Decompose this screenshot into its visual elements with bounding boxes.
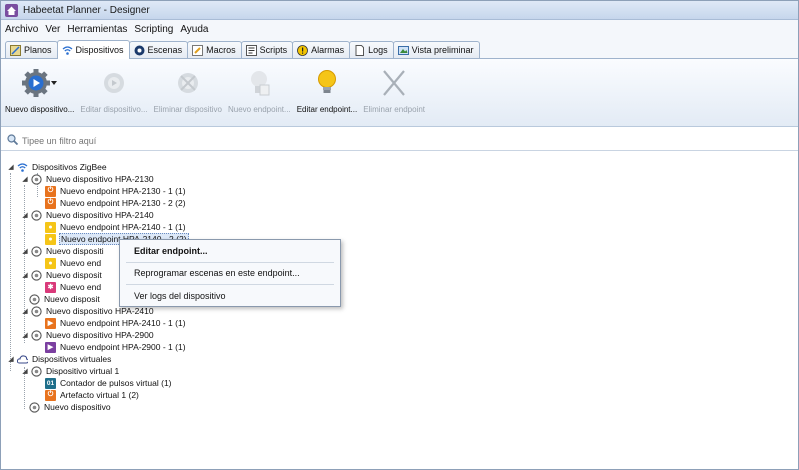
tab-escenas[interactable]: Escenas [128, 41, 189, 58]
tree-node-endpoint-2410-1[interactable]: ▶ Nuevo endpoint HPA-2410 - 1 (1) [45, 317, 187, 329]
power-icon: ⏻ [45, 197, 56, 209]
power-icon: ⏻ [45, 185, 56, 197]
context-menu: Editar endpoint... Reprogramar escenas e… [119, 239, 341, 307]
bulb-icon: ● [45, 221, 56, 233]
tree-node-device-2900[interactable]: ◢ Nuevo dispositivo HPA-2900 [21, 329, 155, 341]
delete-endpoint-button[interactable]: Eliminar endpoint [363, 67, 425, 114]
collapse-arrow-icon[interactable]: ◢ [21, 307, 29, 315]
wifi-icon [62, 45, 73, 56]
bulb-icon: ● [45, 233, 56, 245]
log-icon [354, 44, 365, 56]
tree-node-endpoint-2130-1[interactable]: ⏻ Nuevo endpoint HPA-2130 - 1 (1) [45, 185, 187, 197]
tree-node-pulse-counter[interactable]: 01 Contador de pulsos virtual (1) [45, 377, 173, 389]
tree-node-virtual-device-1[interactable]: ◢ Dispositivo virtual 1 [21, 365, 120, 377]
gear-delete-icon [168, 67, 208, 99]
tree-node-device-2140[interactable]: ◢ Nuevo dispositivo HPA-2140 [21, 209, 155, 221]
new-device-button[interactable]: Nuevo dispositivo... [5, 67, 74, 114]
ctx-edit-endpoint[interactable]: Editar endpoint... [120, 242, 340, 260]
gear-edit-icon [94, 67, 134, 99]
collapse-arrow-icon[interactable]: ◢ [21, 331, 29, 339]
cloud-icon [17, 354, 28, 365]
tree-node-device-b[interactable]: ◢ Nuevo disposit [21, 269, 103, 281]
wifi-icon [17, 162, 28, 173]
tab-logs[interactable]: Logs [349, 41, 394, 58]
tree-node-device-2130[interactable]: ◢ Nuevo dispositivo HPA-2130 [21, 173, 155, 185]
collapse-arrow-icon[interactable]: ◢ [21, 211, 29, 219]
tab-dispositivos[interactable]: Dispositivos [56, 40, 130, 59]
alarm-siren-icon: ✱ [45, 281, 56, 293]
device-gear-icon [31, 329, 42, 341]
tab-scripts[interactable]: Scripts [240, 41, 294, 58]
tree-node-endpoint-b[interactable]: ✱ Nuevo end [45, 281, 102, 293]
preview-icon [397, 45, 409, 56]
tree-node-virtual-new-device[interactable]: Nuevo dispositivo [29, 401, 112, 413]
ctx-separator [126, 284, 334, 285]
tab-macros[interactable]: Macros [187, 41, 242, 58]
device-gear-icon [29, 401, 40, 413]
device-gear-icon [31, 209, 42, 221]
tree-node-virtual-artifact[interactable]: ⏻ Artefacto virtual 1 (2) [45, 389, 140, 401]
filter-input[interactable] [22, 135, 422, 146]
ctx-separator [126, 262, 334, 263]
camera-icon: ▶ [45, 317, 56, 329]
delete-device-button[interactable]: Eliminar dispositivo [154, 67, 222, 114]
menu-ver[interactable]: Ver [45, 24, 60, 35]
ctx-view-logs[interactable]: Ver logs del dispositivo [120, 287, 340, 305]
bulb-add-icon [239, 67, 279, 99]
tab-alarmas[interactable]: Alarmas [292, 41, 351, 58]
tab-strip: Planos Dispositivos Escenas Macros Scrip… [1, 39, 798, 59]
power-icon: ⏻ [45, 389, 56, 401]
tab-vista-preliminar[interactable]: Vista preliminar [392, 41, 480, 58]
collapse-arrow-icon[interactable]: ◢ [21, 367, 29, 375]
menu-herramientas[interactable]: Herramientas [67, 24, 127, 35]
device-gear-icon [31, 173, 42, 185]
alarm-icon [297, 44, 309, 56]
device-gear-icon [31, 305, 42, 317]
tree-node-endpoint-2140-1[interactable]: ● Nuevo endpoint HPA-2140 - 1 (1) [45, 221, 187, 233]
device-gear-icon [31, 269, 42, 281]
tab-planos[interactable]: Planos [5, 41, 58, 58]
search-icon [7, 134, 19, 147]
collapse-arrow-icon[interactable]: ◢ [7, 355, 15, 363]
filter-bar [1, 131, 798, 151]
bulb-icon [307, 67, 347, 99]
gear-add-icon [20, 67, 60, 99]
counter-icon: 01 [45, 377, 56, 389]
window-title: Habeetat Planner - Designer [23, 4, 150, 16]
bulb-icon: ● [45, 257, 56, 269]
edit-device-button[interactable]: Editar dispositivo... [80, 67, 148, 114]
title-bar: Habeetat Planner - Designer [1, 1, 798, 20]
tree-node-endpoint-2130-2[interactable]: ⏻ Nuevo endpoint HPA-2130 - 2 (2) [45, 197, 187, 209]
ribbon-toolbar: Nuevo dispositivo... Editar dispositivo.… [1, 59, 798, 127]
new-endpoint-button[interactable]: Nuevo endpoint... [228, 67, 291, 114]
collapse-arrow-icon[interactable]: ◢ [21, 175, 29, 183]
menu-ayuda[interactable]: Ayuda [180, 24, 208, 35]
blueprint-icon [10, 44, 21, 56]
macro-icon [192, 44, 204, 56]
edit-endpoint-button[interactable]: Editar endpoint... [297, 67, 357, 114]
tree-node-virtual[interactable]: ◢ Dispositivos virtuales [7, 353, 112, 365]
collapse-arrow-icon[interactable]: ◢ [21, 271, 29, 279]
house-icon [5, 3, 18, 17]
menu-archivo[interactable]: Archivo [5, 24, 38, 35]
device-gear-icon [31, 245, 42, 257]
tree-node-device-a[interactable]: ◢ Nuevo dispositi [21, 245, 105, 257]
device-gear-icon [31, 365, 42, 377]
tree-node-device-c[interactable]: Nuevo disposit [29, 293, 101, 305]
collapse-arrow-icon[interactable]: ◢ [7, 163, 15, 171]
app-window: Habeetat Planner - Designer Archivo Ver … [0, 0, 799, 470]
script-icon [245, 44, 257, 56]
play-icon: ▶ [45, 341, 56, 353]
tree-node-zigbee[interactable]: ◢ Dispositivos ZigBee [7, 161, 108, 173]
tree-node-endpoint-a[interactable]: ● Nuevo end [45, 257, 102, 269]
device-gear-icon [29, 293, 40, 305]
tree-node-endpoint-2900-1[interactable]: ▶ Nuevo endpoint HPA-2900 - 1 (1) [45, 341, 187, 353]
device-tree: ◢ Dispositivos ZigBee ◢ Nuevo dispositiv… [7, 161, 798, 469]
collapse-arrow-icon[interactable]: ◢ [21, 247, 29, 255]
menu-scripting[interactable]: Scripting [134, 24, 173, 35]
bulb-delete-icon [374, 67, 414, 99]
scenes-icon [134, 45, 145, 56]
menu-bar: Archivo Ver Herramientas Scripting Ayuda [1, 20, 798, 39]
ctx-reprogram-scenes[interactable]: Reprogramar escenas en este endpoint... [120, 264, 340, 282]
